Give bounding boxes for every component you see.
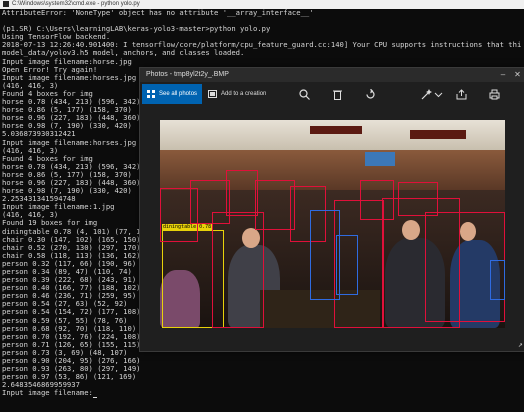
detection-box bbox=[360, 180, 394, 220]
console-line: AttributeError: 'NoneType' object has no… bbox=[2, 9, 314, 17]
zoom-icon[interactable] bbox=[299, 89, 310, 100]
detection-box bbox=[255, 180, 295, 230]
cmd-icon bbox=[3, 1, 9, 7]
add-to-creation-label: Add to a creation bbox=[221, 91, 267, 97]
detection-photo[interactable]: diningtable 0.78 bbox=[160, 120, 505, 328]
detection-box bbox=[490, 260, 505, 300]
creation-icon bbox=[208, 90, 217, 98]
chevron-down-icon[interactable] bbox=[433, 89, 444, 100]
add-to-creation-button[interactable]: Add to a creation bbox=[206, 84, 276, 104]
minimize-button[interactable]: – bbox=[496, 68, 510, 82]
console-titlebar: C:\Windows\system32\cmd.exe - python yol… bbox=[0, 0, 524, 9]
enhance-icon[interactable] bbox=[421, 89, 432, 100]
photos-window[interactable]: Photos - tmp8yl2t2y_.BMP – ✕ See all pho… bbox=[139, 67, 524, 352]
close-button[interactable]: ✕ bbox=[510, 68, 524, 82]
tv-screen bbox=[365, 152, 395, 166]
photos-titlebar[interactable]: Photos - tmp8yl2t2y_.BMP – ✕ bbox=[140, 68, 524, 82]
wall-sign-left bbox=[310, 126, 362, 134]
photos-toolbar: See all photos Add to a creation bbox=[140, 82, 524, 106]
delete-icon[interactable] bbox=[332, 89, 343, 100]
photos-title: Photos - tmp8yl2t2y_.BMP bbox=[146, 71, 229, 78]
console-line: Input image filename: bbox=[2, 389, 522, 398]
console-title: C:\Windows\system32\cmd.exe - python yol… bbox=[12, 1, 140, 7]
share-icon[interactable] bbox=[456, 89, 467, 100]
rotate-icon[interactable] bbox=[365, 89, 376, 100]
detection-box bbox=[226, 170, 258, 216]
detection-box bbox=[336, 235, 358, 295]
text-cursor bbox=[92, 396, 97, 398]
gallery-icon bbox=[147, 90, 155, 98]
print-icon[interactable] bbox=[489, 89, 500, 100]
wall-sign-right bbox=[410, 130, 466, 139]
detection-box bbox=[190, 180, 230, 224]
see-all-photos-button[interactable]: See all photos bbox=[142, 84, 202, 104]
console-line: person 0.97 (53, 86) (121, 169) bbox=[2, 372, 137, 382]
see-all-photos-label: See all photos bbox=[159, 91, 198, 97]
detection-box bbox=[398, 182, 438, 216]
expand-arrow-icon[interactable]: ↗ bbox=[518, 340, 523, 349]
